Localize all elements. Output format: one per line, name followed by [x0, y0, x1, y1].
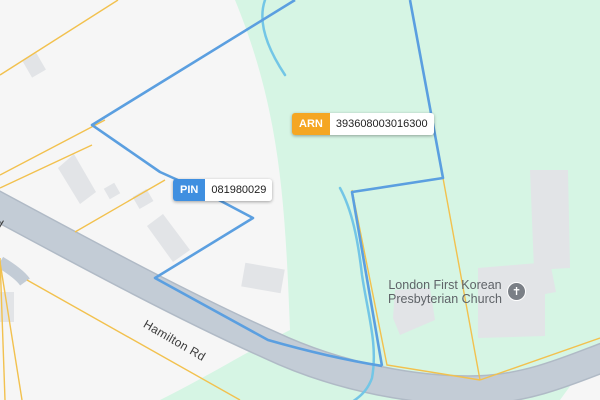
place-label-church[interactable]: London First Korean Presbyterian Church — [388, 278, 502, 306]
pin-chip[interactable]: PIN 081980029 — [173, 179, 273, 201]
arn-chip[interactable]: ARN 393608003016300 — [292, 113, 434, 135]
map-canvas[interactable] — [0, 0, 600, 400]
place-label-line2: Presbyterian Church — [388, 292, 502, 306]
pin-tag: PIN — [173, 179, 206, 201]
pin-value: 081980029 — [205, 179, 273, 201]
place-label-line1: London First Korean — [388, 278, 502, 292]
arn-value: 393608003016300 — [329, 113, 434, 135]
arn-tag: ARN — [292, 113, 330, 135]
church-cross-icon[interactable]: ✝ — [507, 282, 526, 301]
